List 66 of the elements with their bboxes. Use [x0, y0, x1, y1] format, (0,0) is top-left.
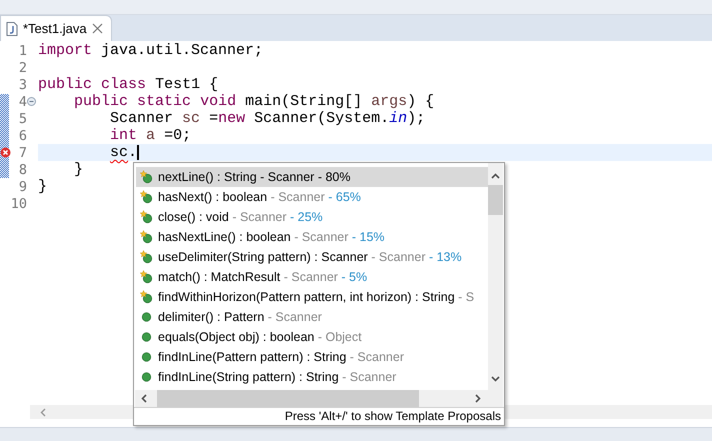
- code-line: import java.util.Scanner;: [38, 42, 264, 59]
- proposal-text: close() : void - Scanner - 25%: [158, 210, 323, 224]
- text-cursor: [137, 144, 140, 160]
- method-star-icon: [140, 290, 153, 304]
- proposal-item[interactable]: hasNext() : boolean - Scanner - 65%: [136, 187, 488, 207]
- proposal-text: findInLine(Pattern pattern) : String - Scanner: [158, 350, 404, 364]
- proposal-text: findWithinHorizon(Pattern pattern, int horizon) : String - S: [158, 290, 474, 304]
- code-line: public static void main(String[] args) {: [73, 93, 434, 110]
- popup-hint: Press 'Alt+/' to show Template Proposals: [284, 409, 501, 423]
- method-star-icon: [140, 270, 153, 284]
- line-number: 8: [18, 162, 27, 178]
- line-number: 7: [18, 144, 27, 160]
- proposal-text: equals(Object obj) : boolean - Object: [158, 330, 362, 344]
- proposal-item[interactable]: findInLine(String pattern) : String - Scanner: [136, 367, 488, 387]
- line-number: 3: [18, 76, 27, 92]
- proposal-text: hasNextLine() : boolean - Scanner - 15%: [158, 230, 385, 244]
- proposal-text: match() : MatchResult - Scanner - 5%: [158, 270, 368, 284]
- proposal-item[interactable]: findWithinHorizon(Pattern pattern, int horizon) : String - S: [136, 287, 488, 307]
- proposal-text: hasNext() : boolean - Scanner - 65%: [158, 190, 361, 204]
- line-number: 10: [10, 196, 27, 212]
- proposal-item[interactable]: match() : MatchResult - Scanner - 5%: [136, 267, 488, 287]
- line-number: 2: [18, 60, 27, 76]
- proposal-text: delimiter() : Pattern - Scanner: [158, 310, 322, 324]
- editor-tab[interactable]: *Test1.java: [0, 15, 112, 41]
- code-line: Scanner sc =new Scanner(System.in);: [109, 110, 426, 127]
- vertical-scrollbar[interactable]: [488, 163, 503, 390]
- method-icon: [140, 370, 153, 384]
- code-line: sc.: [109, 144, 138, 161]
- method-icon: [140, 310, 153, 324]
- proposal-item[interactable]: useDelimiter(String pattern) : Scanner - Scanner - 13%: [136, 247, 488, 267]
- method-star-icon: [140, 250, 153, 264]
- line-number: 9: [18, 178, 27, 194]
- method-star-icon: [140, 230, 153, 244]
- scrollbar-thumb[interactable]: [488, 185, 503, 215]
- method-icon: [140, 330, 153, 344]
- method-star-icon: [140, 170, 153, 184]
- scroll-left-icon[interactable]: [141, 394, 147, 403]
- proposal-item[interactable]: close() : void - Scanner - 25%: [136, 207, 488, 227]
- collapse-icon[interactable]: [27, 97, 36, 106]
- proposal-text: nextLine() : String - Scanner - 80%: [158, 170, 350, 184]
- code-line: public class Test1 {: [38, 76, 218, 93]
- proposal-item[interactable]: equals(Object obj) : boolean - Object: [136, 327, 488, 347]
- java-file-icon: [6, 22, 18, 36]
- close-icon[interactable]: [92, 23, 103, 34]
- proposal-item[interactable]: findInLine(Pattern pattern) : String - Scanner: [136, 347, 488, 367]
- horizontal-scrollbar[interactable]: [135, 390, 503, 407]
- proposal-text: findInLine(String pattern) : String - Scanner: [158, 370, 396, 384]
- line-number: 1: [18, 42, 27, 58]
- scroll-right-icon[interactable]: [475, 394, 481, 403]
- code-line: }: [73, 161, 84, 178]
- line-number: 5: [18, 110, 27, 126]
- scroll-up-icon[interactable]: [491, 173, 500, 179]
- line-number: 4: [18, 94, 27, 110]
- code-line: int a =0;: [109, 127, 192, 144]
- proposal-item[interactable]: nextLine() : String - Scanner - 80%: [136, 167, 488, 187]
- proposal-item[interactable]: hasNextLine() : boolean - Scanner - 15%: [136, 227, 488, 247]
- line-number: 6: [18, 128, 27, 144]
- proposal-item[interactable]: delimiter() : Pattern - Scanner: [136, 307, 488, 327]
- tab-title: *Test1.java: [23, 21, 87, 36]
- scroll-down-icon[interactable]: [491, 376, 500, 382]
- method-icon: [140, 350, 153, 364]
- code-line: }: [38, 178, 48, 195]
- method-star-icon: [140, 190, 153, 204]
- proposal-text: useDelimiter(String pattern) : Scanner - Scanner - 13%: [158, 250, 462, 264]
- scrollbar-thumb[interactable]: [157, 390, 419, 407]
- method-star-icon: [140, 210, 153, 224]
